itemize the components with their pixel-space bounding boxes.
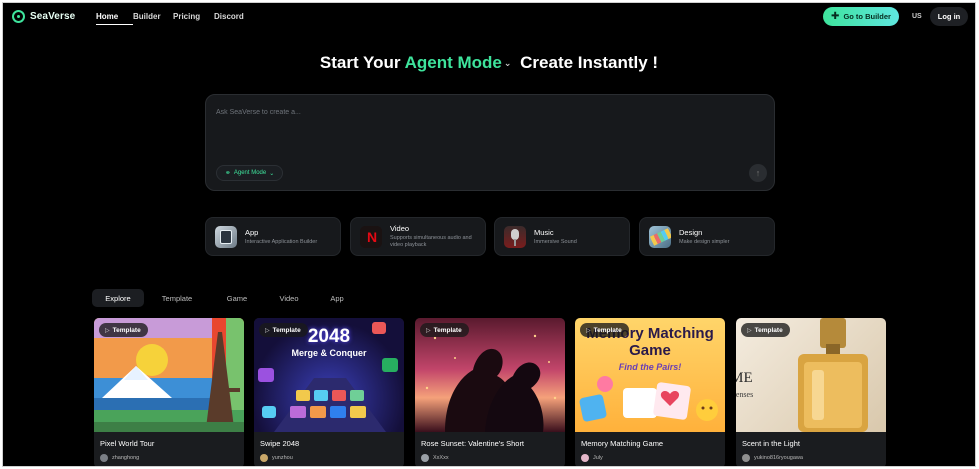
category-subtitle: Make design simpler bbox=[679, 238, 730, 245]
category-app[interactable]: App Interactive Application Builder bbox=[205, 217, 341, 256]
avatar bbox=[100, 454, 108, 462]
project-card[interactable]: UME r Senses ▷ Template Scent in the Lig… bbox=[736, 318, 886, 466]
chevron-down-icon: ⌄ bbox=[269, 170, 275, 177]
prompt-box: ⚭ Agent Mode ⌄ ↑ bbox=[205, 94, 775, 191]
play-icon: ▷ bbox=[426, 327, 431, 334]
avatar bbox=[742, 454, 750, 462]
brand-logo[interactable]: SeaVerse bbox=[12, 10, 75, 23]
locale-selector[interactable]: US bbox=[912, 13, 922, 20]
seaverse-logo-icon bbox=[12, 10, 25, 23]
card-title: Rose Sunset: Valentine's Short bbox=[421, 439, 525, 448]
template-badge: ▷ Template bbox=[259, 323, 308, 337]
project-card[interactable]: Memory Matching Game Find the Pairs! ▷ T… bbox=[575, 318, 725, 466]
tab-app[interactable]: App bbox=[314, 289, 360, 307]
card-author: yukino816ryougawa bbox=[742, 454, 803, 462]
brand-name: SeaVerse bbox=[30, 11, 76, 22]
card-image-subtitle: r Senses bbox=[736, 390, 754, 399]
card-author: zhanghong bbox=[100, 454, 139, 462]
author-name: yunzhou bbox=[272, 455, 293, 461]
category-subtitle: Supports simultaneous audio and video pl… bbox=[390, 235, 472, 248]
prompt-input[interactable] bbox=[216, 105, 756, 119]
explore-tabs: Explore Template Game Video App bbox=[92, 289, 360, 307]
app-window: SeaVerse Home Builder Pricing Discord ✚ … bbox=[2, 2, 976, 467]
send-button[interactable]: ↑ bbox=[749, 164, 767, 182]
nav-link-discord[interactable]: Discord bbox=[214, 12, 254, 25]
avatar bbox=[581, 454, 589, 462]
badge-label: Template bbox=[433, 326, 462, 334]
plus-icon: ✚ bbox=[831, 10, 840, 22]
arrow-up-icon: ↑ bbox=[755, 168, 761, 178]
author-name: zhanghong bbox=[112, 455, 140, 461]
badge-label: Template bbox=[593, 326, 622, 334]
category-subtitle: Immersive Sound bbox=[534, 238, 577, 245]
app-thumbnail bbox=[215, 225, 237, 248]
author-name: July bbox=[593, 455, 603, 461]
card-title: Pixel World Tour bbox=[100, 439, 155, 448]
login-button[interactable]: Log in bbox=[930, 7, 968, 26]
go-to-builder-label: Go to Builder bbox=[843, 12, 891, 21]
agent-mode-dropdown[interactable]: ⚭ Agent Mode ⌄ bbox=[216, 165, 284, 181]
tab-video[interactable]: Video bbox=[264, 289, 314, 307]
card-title: Swipe 2048 bbox=[260, 439, 300, 448]
design-thumbnail bbox=[649, 225, 671, 248]
nav-link-home[interactable]: Home bbox=[96, 12, 133, 25]
video-thumbnail: N bbox=[360, 225, 382, 248]
nav-link-pricing[interactable]: Pricing bbox=[173, 12, 214, 25]
tab-template[interactable]: Template bbox=[144, 289, 210, 307]
nav-links: Home Builder Pricing Discord bbox=[96, 12, 254, 25]
project-card[interactable]: ▷ Template Rose Sunset: Valentine's Shor… bbox=[415, 318, 565, 466]
link-icon: ⚭ bbox=[225, 170, 231, 177]
agent-mode-label: Agent Mode bbox=[233, 170, 267, 176]
category-title: Design bbox=[679, 227, 703, 237]
avatar bbox=[421, 454, 429, 462]
author-name: yukino816ryougawa bbox=[754, 455, 803, 461]
hero-suffix: Create Instantly ! bbox=[520, 53, 659, 72]
play-icon: ▷ bbox=[586, 327, 591, 334]
author-name: XxXxx bbox=[433, 455, 449, 461]
music-thumbnail bbox=[504, 225, 526, 248]
category-video[interactable]: N Video Supports simultaneous audio and … bbox=[350, 217, 486, 256]
badge-label: Template bbox=[112, 326, 141, 334]
template-badge: ▷ Template bbox=[99, 323, 148, 337]
tab-game[interactable]: Game bbox=[210, 289, 264, 307]
play-icon: ▷ bbox=[747, 327, 752, 334]
badge-label: Template bbox=[272, 326, 301, 334]
card-author: yunzhou bbox=[260, 454, 293, 462]
card-image-title: UME bbox=[736, 370, 753, 386]
card-author: July bbox=[581, 454, 603, 462]
play-icon: ▷ bbox=[265, 327, 270, 334]
card-title: Memory Matching Game bbox=[581, 439, 664, 448]
category-design[interactable]: Design Make design simpler bbox=[639, 217, 775, 256]
top-nav: SeaVerse Home Builder Pricing Discord ✚ … bbox=[3, 3, 975, 33]
template-badge: ▷ Template bbox=[741, 323, 790, 337]
card-author: XxXxx bbox=[421, 454, 449, 462]
project-card[interactable]: ▷ Template Pixel World Tour zhanghong bbox=[94, 318, 244, 466]
badge-label: Template bbox=[754, 326, 783, 334]
template-badge: ▷ Template bbox=[420, 323, 469, 337]
category-title: Music bbox=[534, 227, 554, 237]
hero-heading: Start Your Agent Mode ⌄ Create Instantly … bbox=[3, 53, 975, 73]
card-image-subtitle: Find the Pairs! bbox=[618, 362, 682, 372]
project-card[interactable]: 2048 Merge & Conquer ▷ Template Swipe 20… bbox=[254, 318, 404, 466]
play-icon: ▷ bbox=[105, 327, 110, 334]
category-title: App bbox=[245, 227, 259, 237]
card-title: Scent in the Light bbox=[742, 439, 800, 448]
avatar bbox=[260, 454, 268, 462]
tab-explore[interactable]: Explore bbox=[92, 289, 144, 307]
hero-mode-selector[interactable]: Agent Mode bbox=[405, 53, 502, 72]
nav-link-builder[interactable]: Builder bbox=[133, 12, 173, 25]
template-badge: ▷ Template bbox=[580, 323, 629, 337]
card-image-subtitle: Merge & Conquer bbox=[291, 348, 367, 358]
category-music[interactable]: Music Immersive Sound bbox=[494, 217, 630, 256]
category-title: Video bbox=[390, 224, 410, 234]
hero-prefix: Start Your bbox=[319, 53, 401, 72]
category-subtitle: Interactive Application Builder bbox=[245, 238, 318, 245]
chevron-down-icon[interactable]: ⌄ bbox=[504, 58, 512, 68]
go-to-builder-button[interactable]: ✚ Go to Builder bbox=[823, 7, 899, 26]
